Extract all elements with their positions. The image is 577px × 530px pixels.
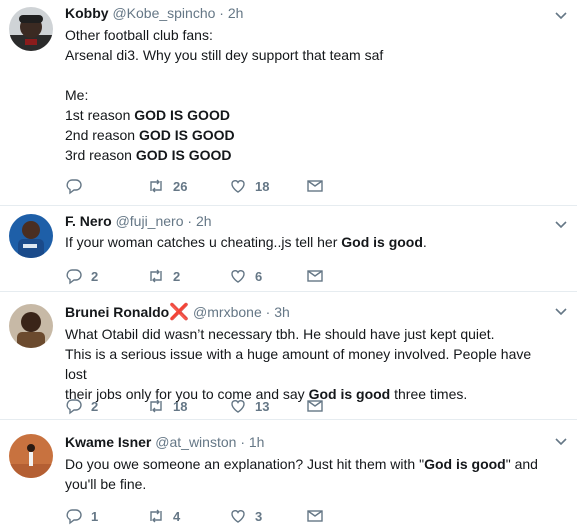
user-name[interactable]: Kwame Isner xyxy=(65,434,151,450)
like-button[interactable]: 18 xyxy=(229,176,269,196)
chevron-down-icon[interactable] xyxy=(553,8,569,24)
reply-icon xyxy=(66,179,82,195)
like-count: 3 xyxy=(255,508,263,524)
user-name[interactable]: Kobby xyxy=(65,5,109,21)
user-handle[interactable]: @mrxbone xyxy=(193,304,262,320)
heart-icon xyxy=(231,180,245,193)
retweet-icon xyxy=(150,179,162,193)
tweet-line: This is a serious issue with a huge amou… xyxy=(65,346,532,382)
chevron-down-icon[interactable] xyxy=(553,217,569,233)
tweet-line xyxy=(65,65,549,85)
heart-icon xyxy=(231,510,245,523)
user-name[interactable]: F. Nero xyxy=(65,213,112,229)
like-button[interactable]: 13 xyxy=(229,396,269,416)
retweet-button[interactable]: 4 xyxy=(147,506,180,526)
chevron-down-icon[interactable] xyxy=(553,434,569,450)
reply-button[interactable]: 2 xyxy=(65,396,98,416)
avatar[interactable] xyxy=(9,214,53,258)
tweet-actions: 26 18 xyxy=(65,176,365,196)
reply-button[interactable] xyxy=(65,176,91,196)
retweet-button[interactable]: 26 xyxy=(147,176,187,196)
cross-mark-icon: ❌ xyxy=(169,304,190,321)
separator-dot: · xyxy=(187,213,193,229)
reply-icon xyxy=(66,269,82,285)
dm-button[interactable] xyxy=(306,266,324,286)
reply-button[interactable]: 1 xyxy=(65,506,98,526)
heart-icon xyxy=(231,270,245,283)
tweet-line: Other football club fans: xyxy=(65,27,213,43)
tweet-line: Do you owe someone an explanation? Just … xyxy=(65,456,538,472)
separator-dot: · xyxy=(240,434,245,450)
like-count: 13 xyxy=(255,398,270,414)
reply-icon xyxy=(66,399,82,415)
timestamp[interactable]: 2h xyxy=(228,5,244,21)
retweet-button[interactable]: 18 xyxy=(147,396,187,416)
tweet-actions: 1 4 3 xyxy=(65,506,365,526)
tweet-line: you'll be fine. xyxy=(65,476,147,492)
separator-dot: · xyxy=(265,304,271,320)
avatar[interactable] xyxy=(9,304,53,348)
like-count: 18 xyxy=(255,178,270,194)
tweet-feed: Kobby @Kobe_spincho · 2h Other football … xyxy=(0,0,577,530)
tweet-fnero[interactable]: F. Nero @fuji_nero · 2h If your woman ca… xyxy=(0,206,577,292)
tweet-header: Kobby @Kobe_spincho · 2h xyxy=(65,3,549,23)
retweet-count: 18 xyxy=(173,398,188,414)
tweet-line: What Otabil did wasn’t necessary tbh. He… xyxy=(65,326,495,342)
retweet-count: 4 xyxy=(173,508,181,524)
tweet-line: Me: xyxy=(65,87,89,103)
dm-button[interactable] xyxy=(306,176,324,196)
separator-dot: · xyxy=(219,5,224,21)
user-name[interactable]: Brunei Ronaldo xyxy=(65,304,169,320)
like-button[interactable]: 3 xyxy=(229,506,262,526)
tweet-kwame-isner[interactable]: Kwame Isner @at_winston · 1h Do you owe … xyxy=(0,420,577,530)
retweet-icon xyxy=(150,399,162,413)
avatar[interactable] xyxy=(9,434,53,478)
envelope-icon xyxy=(307,270,323,282)
tweet-line: 3rd reason GOD IS GOOD xyxy=(65,147,232,163)
tweet-text: If your woman catches u cheating..js tel… xyxy=(65,234,427,250)
like-button[interactable]: 6 xyxy=(229,266,262,286)
tweet-header: Brunei Ronaldo❌ @mrxbone · 3h xyxy=(65,302,549,322)
user-handle[interactable]: @at_winston xyxy=(155,434,236,450)
timestamp[interactable]: 1h xyxy=(249,434,265,450)
tweet-line: Arsenal di3. Why you still dey support t… xyxy=(65,47,384,63)
user-handle[interactable]: @Kobe_spincho xyxy=(112,5,215,21)
dm-button[interactable] xyxy=(306,396,324,416)
tweet-text: Other football club fans: Arsenal di3. W… xyxy=(65,25,549,165)
reply-button[interactable]: 2 xyxy=(65,266,98,286)
reply-icon xyxy=(66,509,82,525)
retweet-count: 26 xyxy=(173,178,188,194)
reply-count: 1 xyxy=(91,508,99,524)
tweet-line: 2nd reason GOD IS GOOD xyxy=(65,127,235,143)
tweet-kobby[interactable]: Kobby @Kobe_spincho · 2h Other football … xyxy=(0,0,577,206)
like-count: 6 xyxy=(255,268,263,284)
timestamp[interactable]: 2h xyxy=(196,213,212,229)
envelope-icon xyxy=(307,400,323,412)
tweet-text: Do you owe someone an explanation? Just … xyxy=(65,454,549,494)
retweet-icon xyxy=(150,269,162,283)
chevron-down-icon[interactable] xyxy=(553,304,569,320)
retweet-button[interactable]: 2 xyxy=(147,266,180,286)
tweet-line: 1st reason GOD IS GOOD xyxy=(65,107,230,123)
reply-count: 2 xyxy=(91,398,99,414)
tweet-actions: 2 2 6 xyxy=(65,266,365,286)
user-handle[interactable]: @fuji_nero xyxy=(116,213,184,229)
reply-count: 2 xyxy=(91,268,99,284)
tweet-brunei-ronaldo[interactable]: Brunei Ronaldo❌ @mrxbone · 3h What Otabi… xyxy=(0,292,577,420)
timestamp[interactable]: 3h xyxy=(274,304,290,320)
envelope-icon xyxy=(307,510,323,522)
heart-icon xyxy=(231,400,245,413)
dm-button[interactable] xyxy=(306,506,324,526)
tweet-text: What Otabil did wasn’t necessary tbh. He… xyxy=(65,324,549,404)
tweet-actions: 2 18 13 xyxy=(65,396,365,416)
tweet-header: Kwame Isner @at_winston · 1h xyxy=(65,432,549,452)
tweet-header: F. Nero @fuji_nero · 2h xyxy=(65,211,549,231)
retweet-icon xyxy=(150,509,162,523)
retweet-count: 2 xyxy=(173,268,181,284)
envelope-icon xyxy=(307,180,323,192)
avatar[interactable] xyxy=(9,7,53,51)
